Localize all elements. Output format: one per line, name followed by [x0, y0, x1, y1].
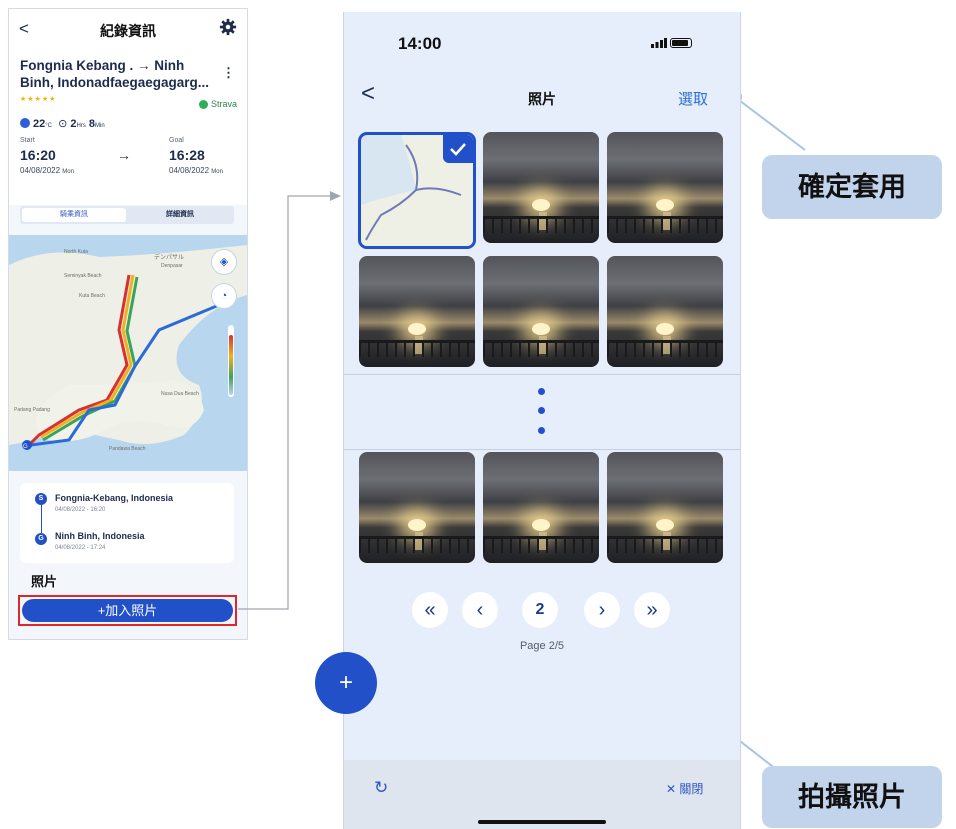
photo-thumbnail[interactable] — [607, 452, 723, 563]
callout-capture: 拍攝照片 — [762, 766, 942, 828]
photo-thumbnail[interactable] — [607, 132, 723, 243]
photo-thumbnail[interactable] — [359, 452, 475, 563]
status-time: 14:00 — [398, 34, 442, 53]
signal-icon — [651, 38, 667, 48]
prev-page-icon[interactable]: ‹ — [462, 592, 498, 628]
selected-check-icon — [443, 135, 473, 163]
next-page-icon[interactable]: › — [584, 592, 620, 628]
photo-thumbnail[interactable] — [483, 256, 599, 367]
photo-thumbnail[interactable] — [359, 256, 475, 367]
last-page-icon[interactable]: » — [634, 592, 670, 628]
photo-thumbnail[interactable] — [483, 452, 599, 563]
more-dot — [538, 388, 545, 395]
first-page-icon[interactable]: « — [412, 592, 448, 628]
photo-thumbnail[interactable] — [483, 132, 599, 243]
callout-apply: 確定套用 — [762, 155, 942, 219]
battery-icon — [670, 38, 692, 48]
more-dot — [538, 427, 545, 434]
close-button[interactable]: ✕ 關閉 — [666, 780, 703, 797]
capture-photo-button[interactable]: + — [315, 652, 377, 714]
page-indicator: Page 2/5 — [519, 640, 565, 652]
photo-thumbnail-selected-map[interactable] — [358, 132, 476, 249]
home-indicator — [478, 820, 606, 824]
photo-thumbnail[interactable] — [607, 256, 723, 367]
more-dot — [538, 407, 545, 414]
bottom-bar: ↻ ✕ 關閉 — [344, 760, 740, 829]
current-page-button[interactable]: 2 — [522, 592, 558, 628]
refresh-icon[interactable]: ↻ — [374, 778, 388, 798]
select-button[interactable]: 選取 — [678, 88, 708, 109]
grid-divider-top — [344, 374, 740, 375]
grid-divider-bottom — [344, 449, 740, 450]
